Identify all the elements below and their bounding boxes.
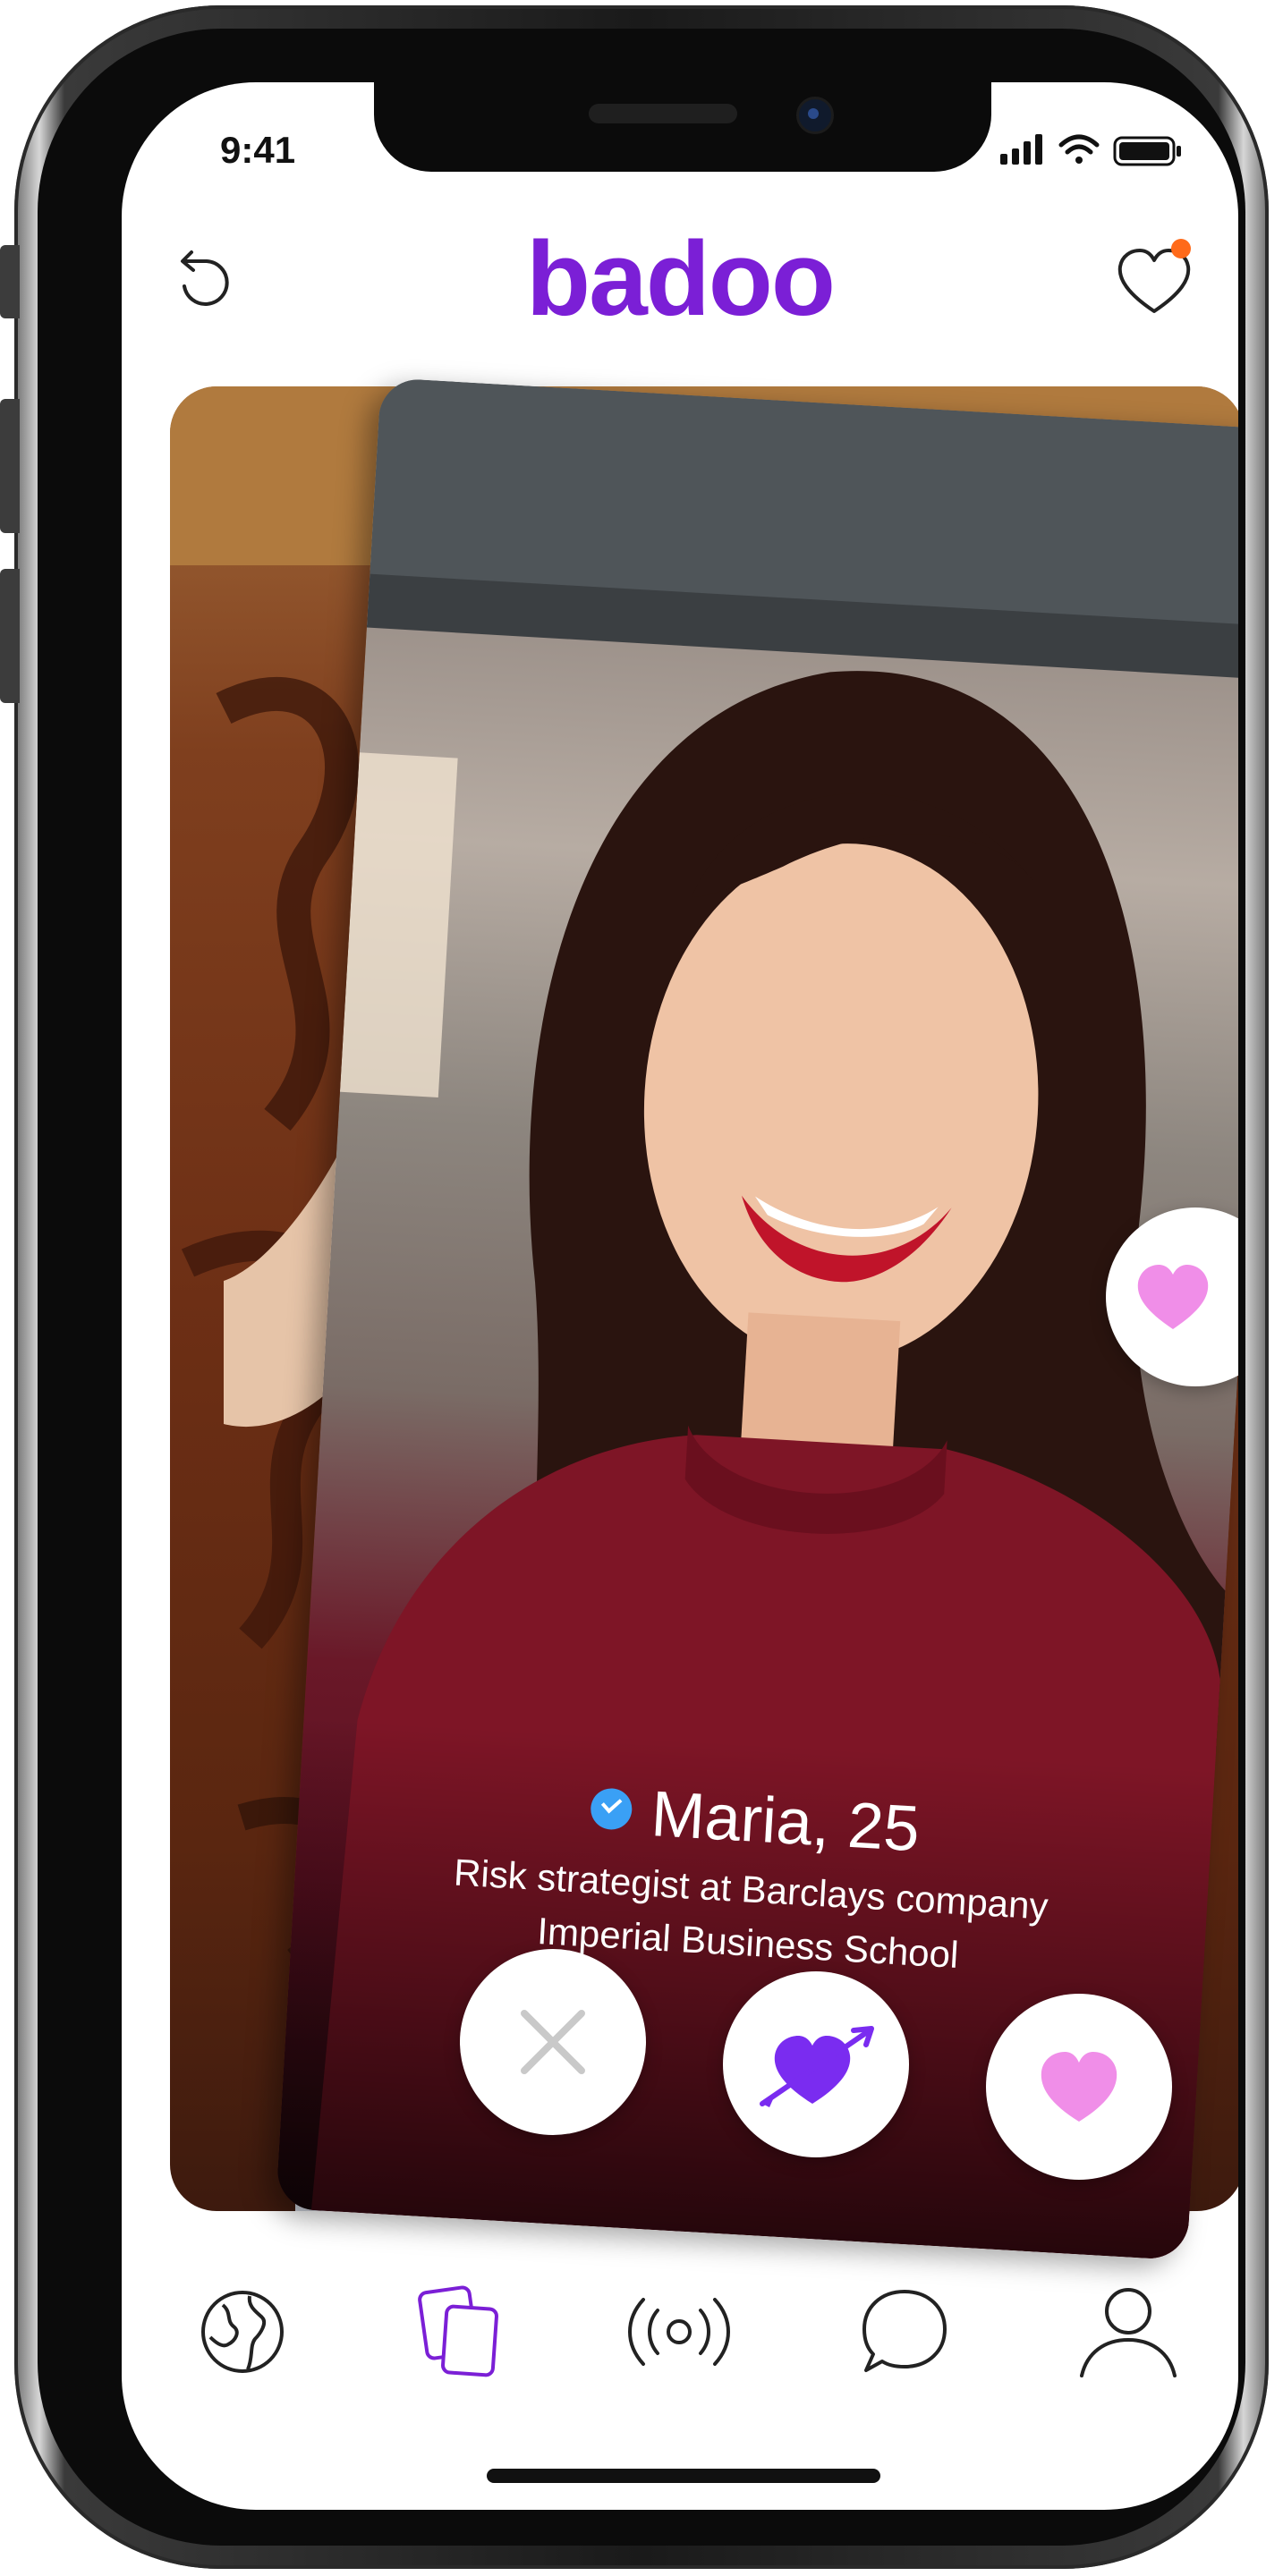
nav-encounters[interactable]: [402, 2274, 518, 2390]
profile-card[interactable]: Maria, 25 Risk strategist at Barclays co…: [275, 377, 1238, 2261]
heart-arrow-icon: [760, 2026, 874, 2107]
mute-switch: [0, 245, 20, 318]
chat-bubble-icon: [862, 2290, 947, 2372]
crush-button[interactable]: [723, 1971, 909, 2157]
volume-down-button: [0, 569, 20, 703]
heart-icon: [1041, 2052, 1117, 2122]
cards-icon: [418, 2285, 498, 2377]
phone-frame: 9:41 badoo Maria, 25 Risk strategist at …: [0, 5, 1269, 2569]
nav-live[interactable]: [621, 2274, 737, 2390]
nav-chats[interactable]: [846, 2274, 963, 2390]
bottom-nav: [122, 2274, 1238, 2390]
signal-icon: [1000, 134, 1042, 165]
profile-name-text: Maria, 25: [649, 1778, 922, 1866]
dislike-button[interactable]: [460, 1949, 646, 2135]
user-icon: [1080, 2288, 1177, 2377]
app-logo: badoo: [526, 220, 836, 338]
screen: 9:41 badoo Maria, 25 Risk strategist at …: [122, 82, 1238, 2510]
wifi-icon: [1058, 134, 1100, 164]
like-button[interactable]: [986, 1994, 1172, 2180]
globe-icon: [201, 2291, 284, 2373]
front-camera: [796, 97, 834, 134]
volume-up-button: [0, 399, 20, 533]
heart-notification-icon[interactable]: [1109, 236, 1199, 326]
broadcast-icon: [628, 2298, 730, 2366]
nav-profile[interactable]: [1070, 2274, 1186, 2390]
notification-dot: [1171, 239, 1191, 258]
home-indicator: [487, 2469, 880, 2483]
heart-icon: [1137, 1265, 1209, 1329]
verified-check-icon: [589, 1787, 633, 1831]
status-icons: [1000, 134, 1181, 166]
notch: [374, 82, 991, 172]
close-icon: [521, 2010, 585, 2074]
nav-people-nearby[interactable]: [184, 2274, 301, 2390]
status-time: 9:41: [220, 129, 296, 171]
battery-icon: [1113, 136, 1181, 166]
top-bar: badoo: [122, 216, 1238, 342]
speaker: [589, 104, 737, 123]
